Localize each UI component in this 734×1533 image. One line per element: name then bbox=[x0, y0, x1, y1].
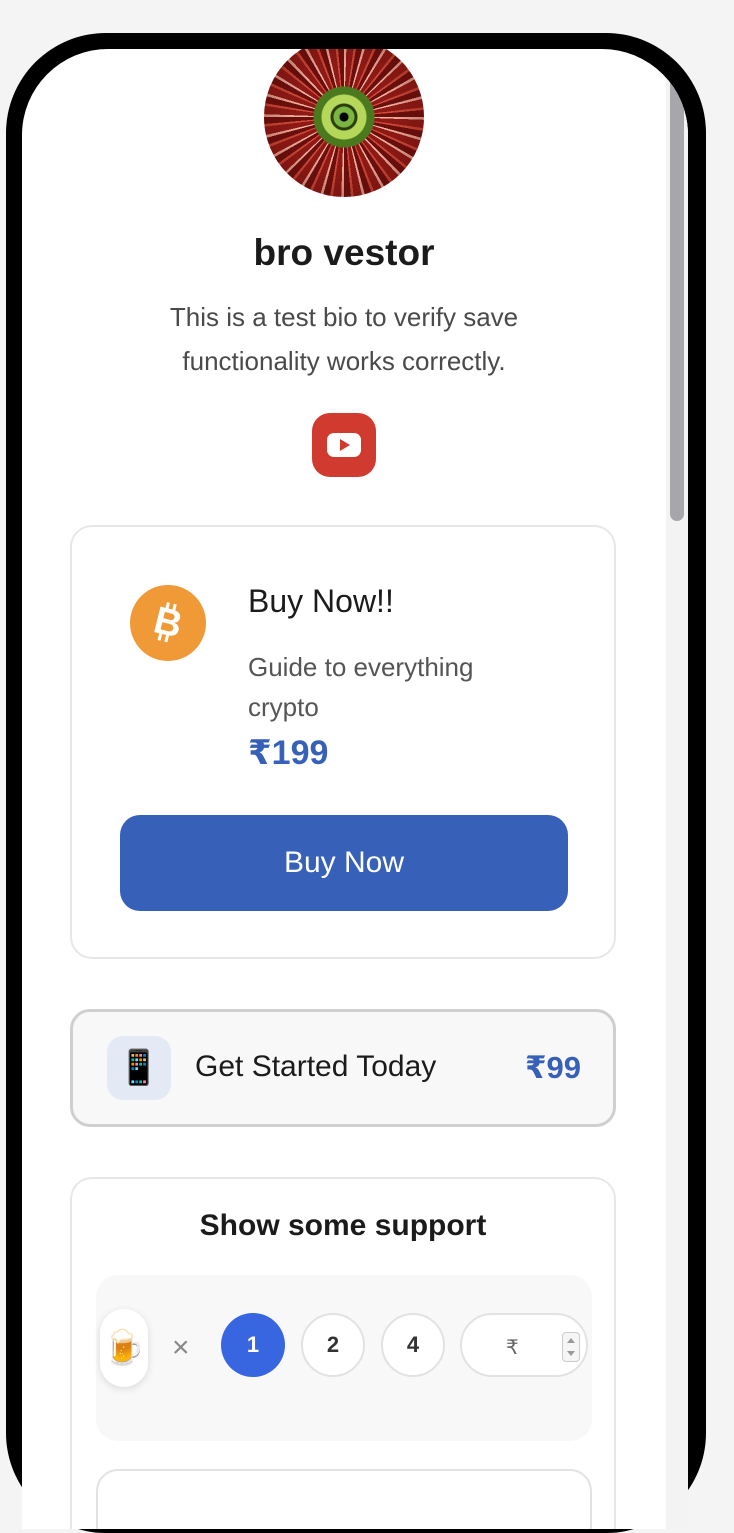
youtube-icon bbox=[327, 433, 361, 457]
get-started-link[interactable]: 📱 Get Started Today ₹99 bbox=[70, 1009, 616, 1127]
product-description: Guide to everything crypto bbox=[248, 652, 474, 722]
profile-name: bro vestor bbox=[253, 232, 435, 273]
avatar bbox=[264, 49, 424, 197]
profile-bio: This is a test bio to verify save functi… bbox=[169, 302, 519, 376]
custom-amount-input[interactable]: ₹ bbox=[460, 1313, 588, 1377]
stepper-down-icon[interactable] bbox=[567, 1351, 575, 1356]
scrollbar-thumb[interactable] bbox=[670, 71, 684, 521]
rupee-symbol: ₹ bbox=[506, 1337, 519, 1359]
link-price: ₹99 bbox=[524, 1050, 581, 1085]
product-title: Buy Now!! bbox=[248, 583, 394, 619]
scrollbar-track[interactable] bbox=[666, 49, 688, 1529]
product-price: ₹199 bbox=[248, 734, 329, 772]
phone-frame: bro vestor This is a test bio to verify … bbox=[6, 33, 706, 1533]
buy-now-button[interactable]: Buy Now bbox=[120, 815, 568, 911]
bitcoin-icon: B bbox=[130, 585, 206, 661]
quantity-option-4[interactable]: 4 bbox=[381, 1313, 445, 1377]
support-selector: 🍺 × 1 2 4 ₹ bbox=[96, 1275, 592, 1441]
phone-screen: bro vestor This is a test bio to verify … bbox=[22, 49, 688, 1529]
link-title: Get Started Today bbox=[195, 1050, 437, 1083]
product-card: B Buy Now!! Guide to everything crypto ₹… bbox=[70, 525, 616, 959]
stepper-up-icon[interactable] bbox=[567, 1338, 575, 1343]
support-title: Show some support bbox=[199, 1209, 487, 1242]
multiply-icon: × bbox=[172, 1331, 190, 1364]
beer-mug-icon: 🍺 bbox=[100, 1309, 148, 1387]
quantity-option-2[interactable]: 2 bbox=[301, 1313, 365, 1377]
support-card: Show some support 🍺 × 1 2 4 ₹ bbox=[70, 1177, 616, 1529]
supporter-name-field[interactable] bbox=[96, 1469, 592, 1529]
profile-page: bro vestor This is a test bio to verify … bbox=[22, 49, 666, 1529]
youtube-link[interactable] bbox=[312, 413, 376, 477]
quantity-option-1[interactable]: 1 bbox=[221, 1313, 285, 1377]
amount-stepper[interactable] bbox=[562, 1332, 580, 1362]
mobile-phone-icon: 📱 bbox=[107, 1036, 171, 1100]
